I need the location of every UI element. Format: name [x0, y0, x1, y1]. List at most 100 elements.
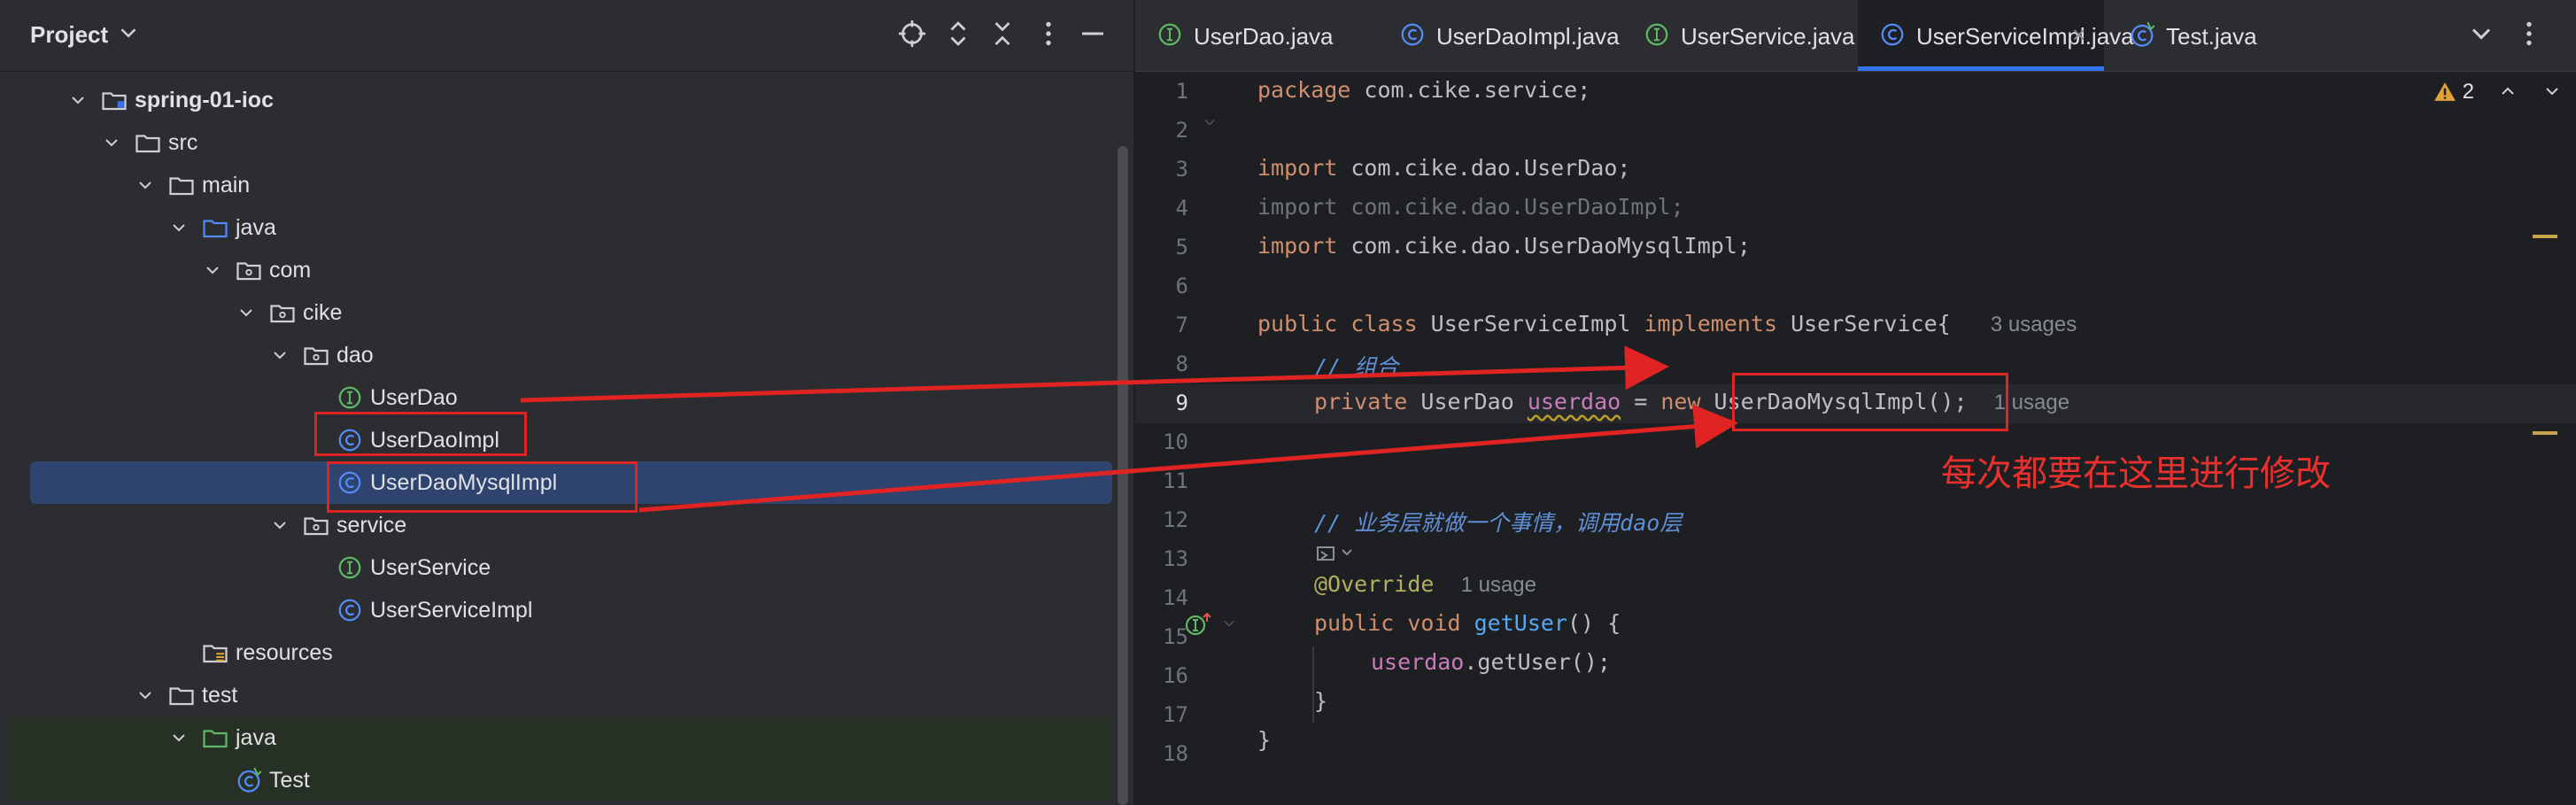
code-line-12-comment[interactable]: // 业务层就做一个事情，调用dao层: [1314, 506, 1682, 538]
line-number[interactable]: 1: [1135, 79, 1188, 104]
field-name: userdao: [1527, 389, 1621, 414]
error-stripe-marker[interactable]: [2533, 235, 2557, 238]
line-number[interactable]: 9: [1135, 391, 1188, 415]
code-line-7[interactable]: public class UserServiceImpl implements …: [1257, 311, 2077, 337]
tab-label: UserDao.java: [1194, 23, 1334, 50]
line-number[interactable]: 10: [1135, 430, 1188, 454]
test-folder-icon: [202, 724, 228, 751]
project-panel-title[interactable]: Project: [30, 21, 108, 49]
tree-item-java[interactable]: java: [0, 716, 1133, 759]
tree-item-com[interactable]: com: [0, 249, 1133, 291]
code-line-8-comment[interactable]: // 组合: [1314, 350, 1398, 382]
code-text: com.cike.dao.UserDaoMysqlImpl;: [1337, 233, 1751, 259]
previous-highlight-icon[interactable]: [2496, 81, 2519, 102]
next-highlight-icon[interactable]: [2541, 81, 2564, 102]
chevron-down-icon[interactable]: [135, 685, 156, 706]
highlight-box-constructor: [1732, 373, 2008, 431]
code-line-3[interactable]: import com.cike.dao.UserDao;: [1257, 155, 1630, 181]
tree-item-userdaoimpl[interactable]: UserDaoImpl: [0, 419, 1133, 461]
chevron-down-icon[interactable]: [168, 217, 190, 238]
code-line-14[interactable]: public void getUser() {: [1314, 610, 1621, 636]
tree-item-java[interactable]: java: [0, 206, 1133, 249]
code-text: .getUser();: [1464, 649, 1611, 675]
hide-panel-icon[interactable]: [1077, 18, 1109, 50]
fold-import-icon[interactable]: [1201, 113, 1218, 131]
line-number[interactable]: 15: [1135, 624, 1188, 649]
fold-method-icon[interactable]: [1220, 615, 1238, 632]
tree-item-userservice[interactable]: UserService: [0, 546, 1133, 589]
line-number[interactable]: 7: [1135, 313, 1188, 337]
active-tab-indicator: [1858, 66, 2104, 71]
expand-all-icon[interactable]: [942, 18, 974, 50]
tree-item-spring-01-ioc[interactable]: spring-01-ioc: [0, 79, 1133, 121]
line-number[interactable]: 11: [1135, 468, 1188, 493]
tree-item-src[interactable]: src: [0, 121, 1133, 164]
code-line-5[interactable]: import com.cike.dao.UserDaoMysqlImpl;: [1257, 233, 1751, 259]
line-number[interactable]: 17: [1135, 702, 1188, 727]
ai-assistant-icon[interactable]: [1314, 540, 1358, 567]
tab-userdao-java[interactable]: UserDao.java: [1135, 0, 1374, 71]
line-number[interactable]: 13: [1135, 546, 1188, 571]
tab-userserviceimpl-java[interactable]: UserServiceImpl.java ×: [1858, 0, 2134, 71]
field-name: userdao: [1371, 649, 1465, 675]
tree-item-test[interactable]: Test: [0, 759, 1133, 801]
tree-item-userdao[interactable]: UserDao: [0, 376, 1133, 419]
usages-hint[interactable]: 3 usages: [1991, 313, 2077, 337]
folder-icon: [135, 129, 161, 156]
code-line-17[interactable]: }: [1257, 727, 1271, 753]
project-panel: Project spring-01-ioc src main java com cike d…: [0, 0, 1133, 805]
chevron-down-icon[interactable]: [202, 259, 223, 281]
code-line-16[interactable]: }: [1314, 688, 1327, 714]
line-number[interactable]: 4: [1135, 196, 1188, 221]
collapse-all-icon[interactable]: [986, 18, 1018, 50]
chevron-down-icon[interactable]: [135, 174, 156, 196]
chevron-down-icon[interactable]: [168, 727, 190, 748]
tab-userdaoimpl-java[interactable]: UserDaoImpl.java: [1378, 0, 1620, 71]
tree-item-userserviceimpl[interactable]: UserServiceImpl: [0, 589, 1133, 631]
keyword: new: [1660, 389, 1701, 414]
line-number[interactable]: 2: [1135, 118, 1188, 143]
line-number[interactable]: 16: [1135, 663, 1188, 688]
usages-hint[interactable]: 1 usage: [1461, 573, 1536, 597]
chevron-down-icon[interactable]: [269, 515, 290, 536]
tree-item-cike[interactable]: cike: [0, 291, 1133, 334]
chevron-down-icon[interactable]: [101, 132, 122, 153]
tab-test-java[interactable]: Test.java: [2108, 0, 2302, 71]
resources-folder-icon: [202, 639, 228, 666]
highlight-box-userdaoimpl: [314, 412, 527, 456]
tree-item-label: dao: [337, 343, 374, 368]
line-number[interactable]: 12: [1135, 507, 1188, 532]
options-menu-icon[interactable]: [1033, 18, 1064, 50]
tree-scrollbar[interactable]: [1118, 146, 1128, 805]
implements-method-icon[interactable]: [1185, 611, 1211, 638]
code-line-13[interactable]: @Override 1 usage: [1314, 571, 1536, 598]
close-tab-icon[interactable]: ×: [2072, 21, 2085, 49]
tree-item-resources[interactable]: resources: [0, 631, 1133, 674]
line-number[interactable]: 6: [1135, 274, 1188, 298]
tab-userservice-java[interactable]: UserService.java: [1622, 0, 1855, 71]
line-number[interactable]: 18: [1135, 741, 1188, 766]
tab-list-chevron-icon[interactable]: [2465, 18, 2497, 50]
project-panel-header: Project: [0, 0, 1133, 72]
code-line-1[interactable]: package com.cike.service;: [1257, 77, 1590, 103]
method-name: getUser: [1460, 610, 1567, 636]
inspection-widget[interactable]: 2: [2433, 80, 2564, 104]
locate-icon[interactable]: [896, 18, 928, 50]
tab-options-icon[interactable]: [2513, 18, 2545, 50]
code-line-15[interactable]: userdao.getUser();: [1371, 649, 1611, 675]
line-number[interactable]: 5: [1135, 235, 1188, 259]
tree-item-label: service: [337, 513, 407, 538]
keyword: private: [1314, 389, 1408, 414]
tree-item-main[interactable]: main: [0, 164, 1133, 206]
chevron-down-icon[interactable]: [236, 302, 257, 323]
tree-item-test[interactable]: test: [0, 674, 1133, 716]
line-number[interactable]: 14: [1135, 585, 1188, 610]
line-number[interactable]: 8: [1135, 352, 1188, 376]
code-line-4-unused-import[interactable]: import com.cike.dao.UserDaoImpl;: [1257, 194, 1684, 220]
chevron-down-icon[interactable]: [67, 89, 89, 111]
tree-item-dao[interactable]: dao: [0, 334, 1133, 376]
line-number[interactable]: 3: [1135, 157, 1188, 182]
chevron-down-icon[interactable]: [269, 344, 290, 366]
error-stripe-marker[interactable]: [2533, 431, 2557, 435]
chevron-down-icon[interactable]: [115, 19, 142, 50]
